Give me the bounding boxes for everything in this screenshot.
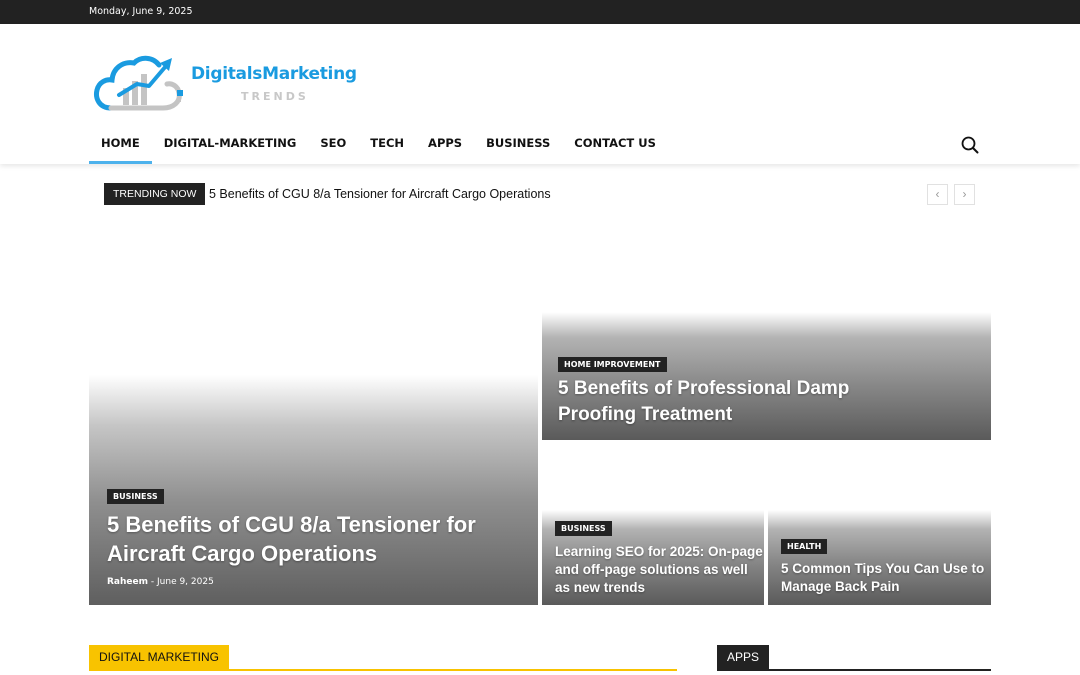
trending-next-button[interactable]: › xyxy=(954,184,975,205)
category-badge[interactable]: HEALTH xyxy=(781,539,828,554)
title-line: Manage Back Pain xyxy=(781,579,900,594)
featured-top-right-post[interactable]: HOME IMPROVEMENT 5 Benefits of Professio… xyxy=(542,226,991,440)
post-date: June 9, 2025 xyxy=(157,577,214,587)
title-line: Learning SEO for 2025: On-page xyxy=(555,544,763,559)
section-divider xyxy=(89,669,677,671)
author-link[interactable]: Raheem xyxy=(107,577,148,587)
nav-item-home[interactable]: HOME xyxy=(89,136,152,164)
section-divider xyxy=(717,669,991,671)
section-tab-apps[interactable]: APPS xyxy=(717,645,770,669)
nav-item-contact-us[interactable]: CONTACT US xyxy=(562,136,668,164)
chevron-right-icon: › xyxy=(962,187,967,201)
featured-main-title[interactable]: 5 Benefits of CGU 8/a Tensioner for Airc… xyxy=(107,510,476,568)
section-header-apps: APPS xyxy=(717,645,991,671)
trending-prev-button[interactable]: ‹ xyxy=(927,184,948,205)
top-bar: Monday, June 9, 2025 xyxy=(0,0,1080,24)
featured-bottom-left-title[interactable]: Learning SEO for 2025: On-page and off-p… xyxy=(555,543,763,597)
title-line: Aircraft Cargo Operations xyxy=(107,541,378,566)
nav-item-digital-marketing[interactable]: DIGITAL-MARKETING xyxy=(152,136,309,164)
search-button[interactable] xyxy=(960,135,980,155)
main-nav: HOME DIGITAL-MARKETING SEO TECH APPS BUS… xyxy=(89,136,668,164)
trending-headline-link[interactable]: 5 Benefits of CGU 8/a Tensioner for Airc… xyxy=(209,187,551,201)
featured-top-right-title[interactable]: 5 Benefits of Professional Damp Proofing… xyxy=(558,376,849,428)
logo-sub-text: TRENDS xyxy=(241,90,309,103)
trending-bar: TRENDING NOW 5 Benefits of CGU 8/a Tensi… xyxy=(104,183,976,206)
featured-bottom-right-title[interactable]: 5 Common Tips You Can Use to Manage Back… xyxy=(781,560,984,596)
title-line: 5 Benefits of Professional Damp xyxy=(558,378,850,399)
title-line: Proofing Treatment xyxy=(558,404,733,425)
current-date: Monday, June 9, 2025 xyxy=(89,6,193,17)
featured-main-post[interactable]: BUSINESS 5 Benefits of CGU 8/a Tensioner… xyxy=(89,226,538,605)
section-header-digital-marketing: DIGITAL MARKETING xyxy=(89,645,677,671)
nav-item-seo[interactable]: SEO xyxy=(308,136,358,164)
title-line: and off-page solutions as well xyxy=(555,562,748,577)
nav-item-apps[interactable]: APPS xyxy=(416,136,474,164)
nav-item-business[interactable]: BUSINESS xyxy=(474,136,562,164)
title-line: 5 Benefits of CGU 8/a Tensioner for xyxy=(107,512,476,537)
nav-item-tech[interactable]: TECH xyxy=(358,136,416,164)
title-line: 5 Common Tips You Can Use to xyxy=(781,561,985,576)
category-badge[interactable]: BUSINESS xyxy=(107,489,164,504)
trending-label: TRENDING NOW xyxy=(104,183,206,205)
category-badge[interactable]: HOME IMPROVEMENT xyxy=(558,357,667,372)
search-icon xyxy=(961,136,979,154)
featured-bottom-left-post[interactable]: BUSINESS Learning SEO for 2025: On-page … xyxy=(542,444,764,605)
post-meta: Raheem - June 9, 2025 xyxy=(107,577,214,587)
title-line: as new trends xyxy=(555,580,646,595)
meta-separator: - xyxy=(150,577,155,587)
site-logo[interactable]: DigitalsMarketing TRENDS xyxy=(93,48,363,114)
cloud-chart-logo-icon xyxy=(94,55,183,111)
section-tab-digital-marketing[interactable]: DIGITAL MARKETING xyxy=(89,645,230,669)
category-badge[interactable]: BUSINESS xyxy=(555,521,612,536)
chevron-left-icon: ‹ xyxy=(935,187,940,201)
logo-brand-text: DigitalsMarketing xyxy=(191,64,357,84)
featured-bottom-right-post[interactable]: HEALTH 5 Common Tips You Can Use to Mana… xyxy=(768,444,991,605)
site-header: DigitalsMarketing TRENDS HOME DIGITAL-MA… xyxy=(0,24,1080,164)
